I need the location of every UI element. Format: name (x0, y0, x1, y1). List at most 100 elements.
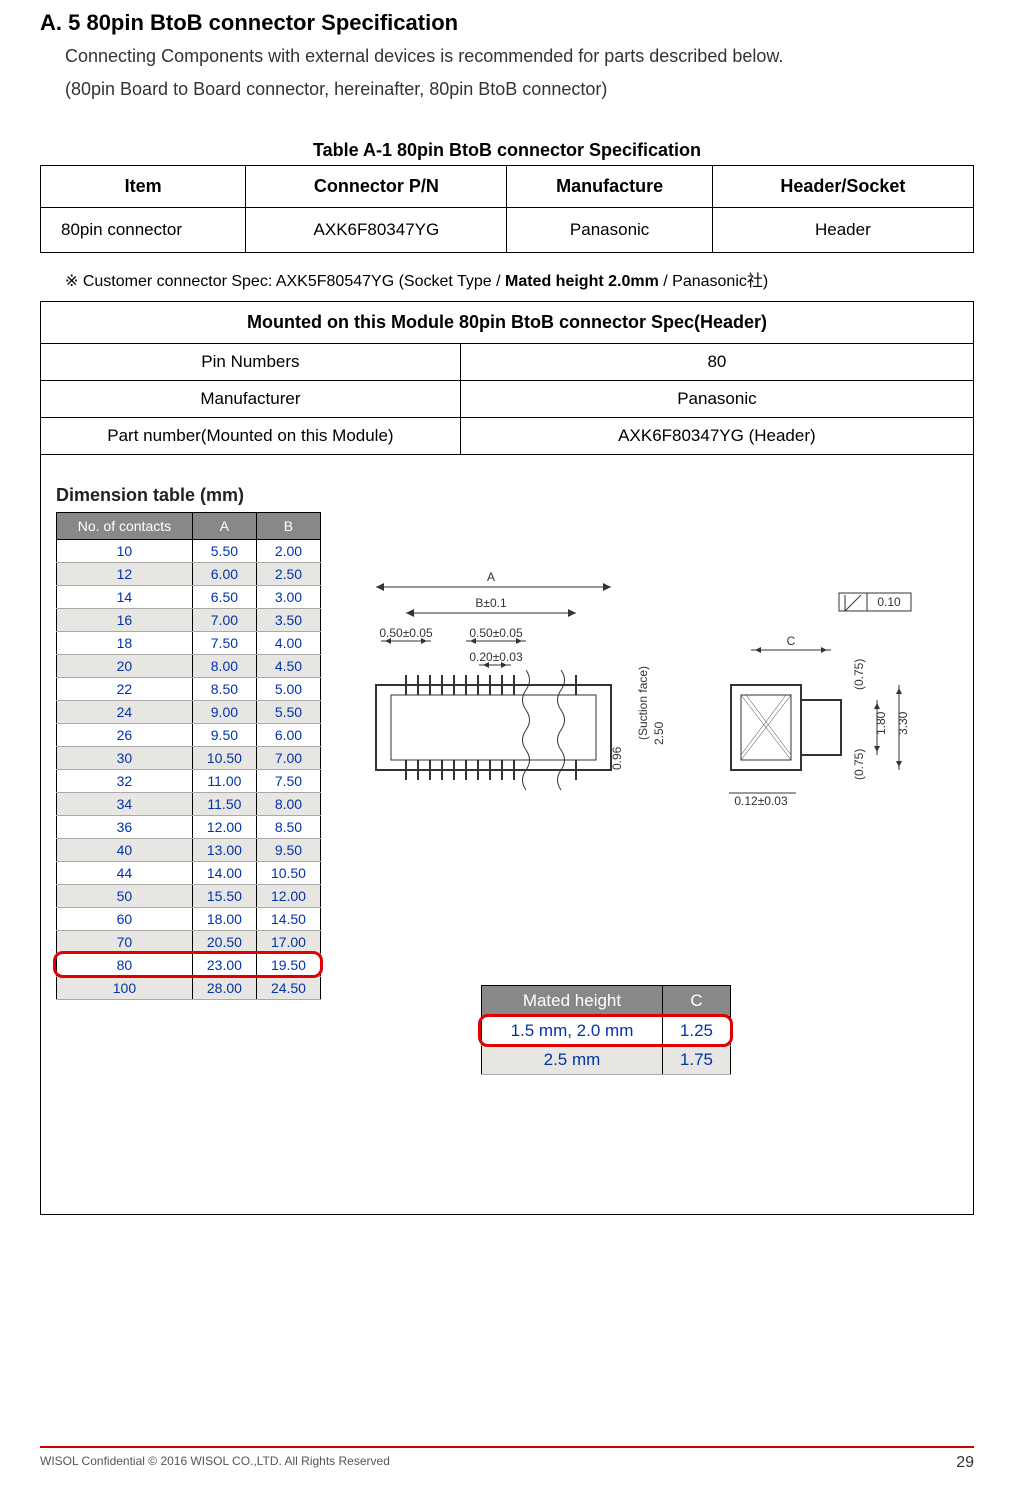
dim-th: A (192, 513, 256, 540)
dim-cell: 3.00 (256, 586, 320, 609)
mr-value: Panasonic (460, 381, 973, 418)
svg-text:0.12±0.03: 0.12±0.03 (734, 794, 788, 808)
module-table-header: Mounted on this Module 80pin BtoB connec… (41, 302, 974, 344)
dim-cell: 5.00 (256, 678, 320, 701)
dim-cell: 80 (57, 954, 193, 977)
dim-row: 4013.009.50 (57, 839, 321, 862)
svg-text:A: A (487, 570, 495, 584)
dim-cell: 14 (57, 586, 193, 609)
mated-row: 2.5 mm1.75 (482, 1046, 731, 1075)
dim-cell: 28.00 (192, 977, 256, 1000)
th-pn: Connector P/N (246, 166, 507, 208)
dim-cell: 6.50 (192, 586, 256, 609)
dim-row: 7020.5017.00 (57, 931, 321, 954)
dim-cell: 34 (57, 793, 193, 816)
dim-cell: 14.00 (192, 862, 256, 885)
dim-cell: 9.00 (192, 701, 256, 724)
dim-cell: 10 (57, 540, 193, 563)
page-footer: WISOL Confidential © 2016 WISOL CO.,LTD.… (40, 1446, 974, 1472)
svg-text:0.20±0.03: 0.20±0.03 (469, 650, 523, 664)
dimension-table: No. of contactsAB105.502.00126.002.50146… (56, 512, 321, 1000)
footer-copyright: WISOL Confidential © 2016 WISOL CO.,LTD.… (40, 1454, 390, 1472)
module-row: Manufacturer Panasonic (41, 381, 974, 418)
dim-row: 8023.0019.50 (57, 954, 321, 977)
mr-label: Pin Numbers (41, 344, 461, 381)
dim-cell: 4.50 (256, 655, 320, 678)
dim-cell: 7.50 (192, 632, 256, 655)
dim-row: 3612.008.50 (57, 816, 321, 839)
dim-cell: 11.50 (192, 793, 256, 816)
table1-caption: Table A-1 80pin BtoB connector Specifica… (40, 140, 974, 161)
mr-label: Manufacturer (41, 381, 461, 418)
dim-row: 167.003.50 (57, 609, 321, 632)
dim-cell: 22 (57, 678, 193, 701)
drawing-and-mated-block: A B±0.1 0.50±0.05 (351, 475, 958, 1075)
svg-text:C: C (787, 634, 796, 648)
dim-cell: 9.50 (192, 724, 256, 747)
svg-text:2.50: 2.50 (652, 721, 666, 745)
dim-table-title: Dimension table (mm) (56, 485, 321, 506)
dim-cell: 7.00 (192, 609, 256, 632)
mated-cell: 1.25 (662, 1017, 730, 1046)
svg-text:0.10: 0.10 (877, 595, 901, 609)
dim-cell: 8.50 (192, 678, 256, 701)
dim-cell: 12.00 (256, 885, 320, 908)
dim-cell: 2.50 (256, 563, 320, 586)
svg-text:(Suction face): (Suction face) (636, 666, 650, 740)
note-prefix: ※ Customer connector Spec: AXK5F80547YG … (65, 273, 505, 290)
dim-cell: 19.50 (256, 954, 320, 977)
svg-text:(0.75): (0.75) (852, 749, 866, 780)
dim-cell: 24 (57, 701, 193, 724)
module-table: Mounted on this Module 80pin BtoB connec… (40, 301, 974, 1215)
dim-row: 6018.0014.50 (57, 908, 321, 931)
intro-text-2: (80pin Board to Board connector, hereina… (65, 79, 974, 100)
dim-row: 126.002.50 (57, 563, 321, 586)
dim-cell: 3.50 (256, 609, 320, 632)
dim-row: 3010.507.00 (57, 747, 321, 770)
dim-row: 5015.5012.00 (57, 885, 321, 908)
dim-cell: 6.00 (192, 563, 256, 586)
spec-table-header-row: Item Connector P/N Manufacture Header/So… (41, 166, 974, 208)
dim-cell: 15.50 (192, 885, 256, 908)
mated-height-table: Mated heightC1.5 mm, 2.0 mm1.252.5 mm1.7… (481, 985, 731, 1075)
svg-text:0.96: 0.96 (610, 746, 624, 770)
dim-cell: 10.50 (256, 862, 320, 885)
mated-th: C (662, 986, 730, 1017)
dim-row: 4414.0010.50 (57, 862, 321, 885)
dim-th: B (256, 513, 320, 540)
dim-cell: 36 (57, 816, 193, 839)
mated-th: Mated height (482, 986, 663, 1017)
td-item: 80pin connector (41, 208, 246, 253)
spec-table-row: 80pin connector AXK6F80347YG Panasonic H… (41, 208, 974, 253)
dim-row: 269.506.00 (57, 724, 321, 747)
td-mfr: Panasonic (507, 208, 712, 253)
dim-th: No. of contacts (57, 513, 193, 540)
dim-cell: 23.00 (192, 954, 256, 977)
dimension-table-block: Dimension table (mm) No. of contactsAB 10… (56, 475, 321, 1000)
intro-text-1: Connecting Components with external devi… (65, 46, 974, 67)
dim-cell: 8.50 (256, 816, 320, 839)
dim-cell: 5.50 (192, 540, 256, 563)
dim-row: 228.505.00 (57, 678, 321, 701)
dim-row: 249.005.50 (57, 701, 321, 724)
dim-cell: 5.50 (256, 701, 320, 724)
diagram-cell: Dimension table (mm) No. of contactsAB10… (41, 455, 974, 1215)
svg-text:B±0.1: B±0.1 (475, 596, 507, 610)
svg-text:0.50±0.05: 0.50±0.05 (469, 626, 523, 640)
dim-cell: 26 (57, 724, 193, 747)
dim-cell: 10.50 (192, 747, 256, 770)
dim-cell: 40 (57, 839, 193, 862)
module-row: Pin Numbers 80 (41, 344, 974, 381)
mated-table-wrapper: Mated heightC1.5 mm, 2.0 mm1.252.5 mm1.7… (351, 985, 958, 1075)
spec-table: Item Connector P/N Manufacture Header/So… (40, 165, 974, 253)
dim-cell: 7.50 (256, 770, 320, 793)
connector-drawing-svg: A B±0.1 0.50±0.05 (351, 545, 931, 865)
svg-text:(0.75): (0.75) (852, 659, 866, 690)
dim-cell: 8.00 (192, 655, 256, 678)
dim-cell: 14.50 (256, 908, 320, 931)
dim-cell: 20.50 (192, 931, 256, 954)
mated-row: 1.5 mm, 2.0 mm1.25 (482, 1017, 731, 1046)
dim-cell: 18 (57, 632, 193, 655)
mechanical-drawing: A B±0.1 0.50±0.05 (351, 545, 958, 865)
dim-cell: 70 (57, 931, 193, 954)
